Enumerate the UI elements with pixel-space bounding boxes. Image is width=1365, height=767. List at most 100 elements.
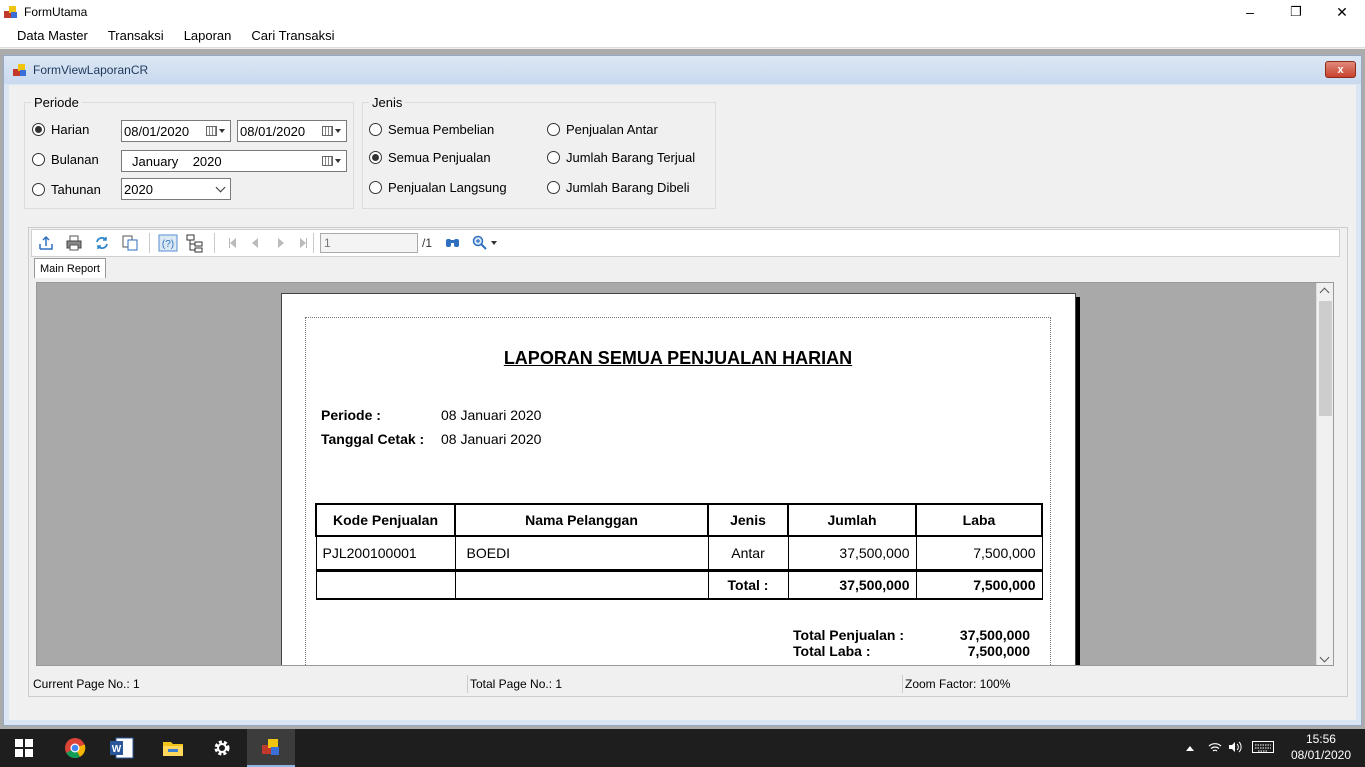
radio-harian-indicator[interactable] (32, 123, 45, 136)
settings-gear-icon[interactable] (198, 729, 246, 767)
current-page-status: Current Page No.: 1 (31, 675, 468, 693)
jenis-group: Jenis Semua Pembelian Semua Penjualan Pe… (362, 95, 716, 209)
radio-label: Jumlah Barang Dibeli (566, 180, 690, 195)
radio-indicator[interactable] (547, 123, 560, 136)
zoom-icon[interactable] (472, 234, 498, 252)
taskbar-clock[interactable]: 15:56 08/01/2020 (1291, 731, 1351, 763)
page-number-input[interactable]: 1 (320, 233, 418, 253)
radio-harian[interactable]: Harian (32, 122, 89, 137)
radio-label: Jumlah Barang Terjual (566, 150, 696, 165)
col-laba: Laba (915, 503, 1043, 537)
copy-icon[interactable] (121, 234, 141, 252)
menu-data-master[interactable]: Data Master (7, 28, 98, 43)
radio-indicator[interactable] (547, 151, 560, 164)
file-explorer-icon[interactable] (149, 729, 197, 767)
report-border: LAPORAN SEMUA PENJUALAN HARIAN Periode :… (305, 317, 1051, 665)
scroll-up-arrow-icon[interactable] (1319, 287, 1330, 298)
clock-date: 08/01/2020 (1290, 748, 1351, 762)
previous-page-icon[interactable] (252, 238, 258, 248)
harian-to-value: 08/01/2020 (240, 123, 306, 139)
radio-indicator[interactable] (369, 123, 382, 136)
formutama-app-icon[interactable] (247, 729, 295, 767)
radio-indicator[interactable] (369, 181, 382, 194)
refresh-icon[interactable] (93, 234, 113, 252)
close-button[interactable]: ✕ (1319, 0, 1365, 24)
child-close-button[interactable]: x (1325, 61, 1356, 78)
calendar-dropdown-icon[interactable] (322, 155, 342, 167)
child-app-icon (13, 63, 27, 77)
vertical-scrollbar[interactable] (1316, 283, 1333, 665)
mdi-area: FormViewLaporanCR x Periode Harian 08/01… (0, 49, 1365, 729)
scroll-down-arrow-icon[interactable] (1319, 652, 1330, 663)
radio-indicator[interactable] (369, 151, 382, 164)
bulanan-month-picker[interactable]: January 2020 (121, 150, 347, 172)
child-window: FormViewLaporanCR x Periode Harian 08/01… (3, 55, 1362, 726)
radio-jumlah-barang-terjual[interactable]: Jumlah Barang Terjual (547, 150, 695, 165)
chevron-down-icon[interactable] (215, 182, 226, 193)
help-icon[interactable]: (?) (158, 234, 178, 252)
last-page-icon[interactable] (300, 238, 307, 248)
radio-label: Penjualan Langsung (388, 180, 507, 195)
menu-laporan[interactable]: Laporan (174, 28, 242, 43)
tab-main-report[interactable]: Main Report (34, 258, 106, 278)
cell-empty (315, 568, 456, 600)
col-jenis: Jenis (707, 503, 789, 537)
menu-transaksi[interactable]: Transaksi (98, 28, 174, 43)
group-tree-icon[interactable] (186, 234, 206, 253)
calendar-dropdown-icon[interactable] (206, 125, 226, 137)
radio-indicator[interactable] (547, 181, 560, 194)
export-icon[interactable] (37, 234, 57, 252)
next-page-icon[interactable] (278, 238, 284, 248)
radio-tahunan-label: Tahunan (51, 182, 101, 197)
svg-text:W: W (112, 744, 122, 755)
minimize-button[interactable]: – (1227, 0, 1273, 24)
periode-label: Periode : (321, 407, 381, 423)
cell-kode: PJL200100001 (315, 535, 456, 571)
menu-bar: Data Master Transaksi Laporan Cari Trans… (0, 24, 1365, 48)
cell-laba: 7,500,000 (915, 535, 1043, 571)
radio-semua-penjualan[interactable]: Semua Penjualan (369, 150, 491, 165)
start-windows-icon[interactable] (0, 729, 48, 767)
harian-to-date[interactable]: 08/01/2020 (237, 120, 347, 142)
radio-jumlah-barang-dibeli[interactable]: Jumlah Barang Dibeli (547, 180, 690, 195)
wifi-icon[interactable] (1208, 741, 1222, 756)
restore-button[interactable]: ❐ (1273, 0, 1319, 24)
calendar-dropdown-icon[interactable] (322, 125, 342, 137)
svg-text:(?): (?) (162, 239, 174, 250)
first-page-icon[interactable] (229, 238, 236, 248)
bulanan-value: January 2020 (132, 153, 222, 169)
report-title: LAPORAN SEMUA PENJUALAN HARIAN (503, 348, 853, 368)
child-window-title: FormViewLaporanCR (33, 63, 149, 77)
radio-label: Semua Penjualan (388, 150, 491, 165)
cell-empty (454, 568, 709, 600)
volume-icon[interactable] (1228, 741, 1242, 756)
chevron-up-icon[interactable] (1186, 745, 1194, 751)
find-icon[interactable] (444, 234, 464, 252)
radio-bulanan-label: Bulanan (51, 152, 99, 167)
keyboard-icon[interactable] (1252, 740, 1274, 756)
menu-cari-transaksi[interactable]: Cari Transaksi (241, 28, 344, 43)
scroll-thumb[interactable] (1319, 301, 1332, 416)
col-nama-pelanggan: Nama Pelanggan (454, 503, 709, 537)
harian-from-date[interactable]: 08/01/2020 (121, 120, 231, 142)
radio-penjualan-langsung[interactable]: Penjualan Langsung (369, 180, 507, 195)
toolbar-separator (313, 233, 314, 253)
app-icon (4, 5, 18, 19)
tahunan-select[interactable]: 2020 (121, 178, 231, 200)
word-icon[interactable]: W (98, 729, 146, 767)
title-bar: FormUtama – ❐ ✕ (0, 0, 1365, 24)
radio-bulanan[interactable]: Bulanan (32, 152, 99, 167)
chrome-icon[interactable] (51, 729, 99, 767)
total-laba-value: 7,500,000 (967, 643, 1030, 659)
print-icon[interactable] (65, 234, 85, 252)
radio-tahunan[interactable]: Tahunan (32, 182, 101, 197)
toolbar-separator (214, 233, 215, 253)
report-viewer: (?) 1 /1 Main Report LAPORAN SEMUA PENJU… (28, 227, 1348, 697)
viewer-toolbar: (?) 1 /1 (31, 229, 1340, 257)
total-laba-label: Total Laba : (793, 643, 871, 659)
radio-tahunan-indicator[interactable] (32, 183, 45, 196)
radio-bulanan-indicator[interactable] (32, 153, 45, 166)
radio-penjualan-antar[interactable]: Penjualan Antar (547, 122, 658, 137)
cell-jenis: Antar (707, 535, 789, 571)
radio-semua-pembelian[interactable]: Semua Pembelian (369, 122, 494, 137)
